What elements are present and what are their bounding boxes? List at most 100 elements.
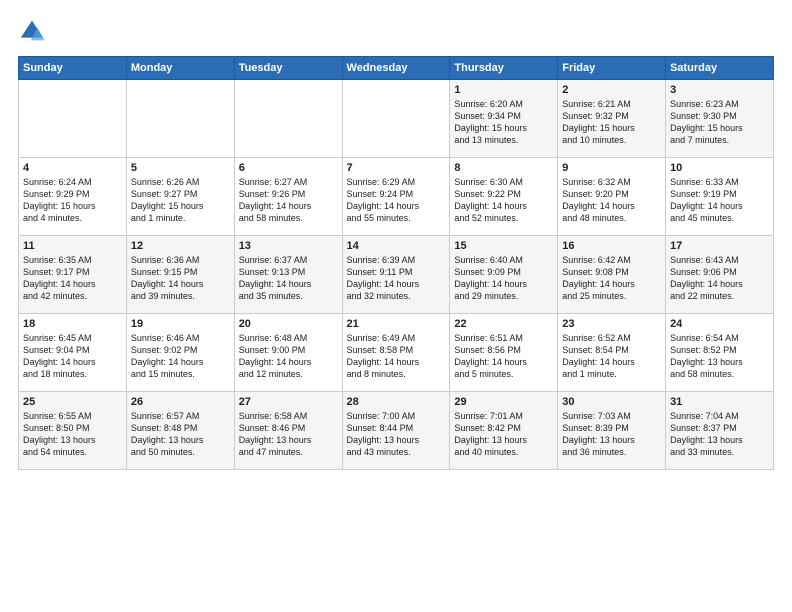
calendar-week: 25 Sunrise: 6:55 AM Sunset: 8:50 PM Dayli… [19,392,774,470]
calendar-cell: 10 Sunrise: 6:33 AM Sunset: 9:19 PM Dayli… [666,158,774,236]
cell-content: Sunrise: 7:03 AM Sunset: 8:39 PM Dayligh… [562,410,661,459]
day-number: 5 [131,162,230,174]
calendar-table: SundayMondayTuesdayWednesdayThursdayFrid… [18,56,774,470]
cell-content: Sunrise: 6:40 AM Sunset: 9:09 PM Dayligh… [454,254,553,303]
cell-content: Sunrise: 7:00 AM Sunset: 8:44 PM Dayligh… [347,410,446,459]
day-number: 7 [347,162,446,174]
day-number: 10 [670,162,769,174]
day-number: 22 [454,318,553,330]
calendar-cell [126,80,234,158]
day-number: 11 [23,240,122,252]
day-number: 13 [239,240,338,252]
calendar-cell: 13 Sunrise: 6:37 AM Sunset: 9:13 PM Dayli… [234,236,342,314]
calendar-cell: 3 Sunrise: 6:23 AM Sunset: 9:30 PM Daylig… [666,80,774,158]
cell-content: Sunrise: 6:21 AM Sunset: 9:32 PM Dayligh… [562,98,661,147]
day-number: 17 [670,240,769,252]
day-number: 1 [454,84,553,96]
day-number: 6 [239,162,338,174]
day-number: 29 [454,396,553,408]
cell-content: Sunrise: 6:42 AM Sunset: 9:08 PM Dayligh… [562,254,661,303]
cell-content: Sunrise: 6:45 AM Sunset: 9:04 PM Dayligh… [23,332,122,381]
day-header: Thursday [450,57,558,80]
cell-content: Sunrise: 6:58 AM Sunset: 8:46 PM Dayligh… [239,410,338,459]
calendar-cell [19,80,127,158]
day-number: 8 [454,162,553,174]
cell-content: Sunrise: 6:26 AM Sunset: 9:27 PM Dayligh… [131,176,230,225]
logo [18,18,50,46]
day-number: 30 [562,396,661,408]
calendar-cell: 1 Sunrise: 6:20 AM Sunset: 9:34 PM Daylig… [450,80,558,158]
cell-content: Sunrise: 6:39 AM Sunset: 9:11 PM Dayligh… [347,254,446,303]
cell-content: Sunrise: 6:32 AM Sunset: 9:20 PM Dayligh… [562,176,661,225]
day-header: Wednesday [342,57,450,80]
day-number: 15 [454,240,553,252]
cell-content: Sunrise: 6:43 AM Sunset: 9:06 PM Dayligh… [670,254,769,303]
calendar-week: 4Sunrise: 6:24 AM Sunset: 9:29 PM Daylig… [19,158,774,236]
calendar-cell: 4Sunrise: 6:24 AM Sunset: 9:29 PM Daylig… [19,158,127,236]
calendar-week: 1 Sunrise: 6:20 AM Sunset: 9:34 PM Daylig… [19,80,774,158]
calendar-cell: 12Sunrise: 6:36 AM Sunset: 9:15 PM Dayli… [126,236,234,314]
day-number: 23 [562,318,661,330]
calendar-cell: 11 Sunrise: 6:35 AM Sunset: 9:17 PM Dayli… [19,236,127,314]
page: SundayMondayTuesdayWednesdayThursdayFrid… [0,0,792,612]
cell-content: Sunrise: 6:29 AM Sunset: 9:24 PM Dayligh… [347,176,446,225]
cell-content: Sunrise: 6:33 AM Sunset: 9:19 PM Dayligh… [670,176,769,225]
calendar-cell: 15 Sunrise: 6:40 AM Sunset: 9:09 PM Dayli… [450,236,558,314]
cell-content: Sunrise: 6:35 AM Sunset: 9:17 PM Dayligh… [23,254,122,303]
calendar-cell [342,80,450,158]
day-header: Sunday [19,57,127,80]
cell-content: Sunrise: 6:36 AM Sunset: 9:15 PM Dayligh… [131,254,230,303]
cell-content: Sunrise: 6:37 AM Sunset: 9:13 PM Dayligh… [239,254,338,303]
day-number: 27 [239,396,338,408]
calendar-week: 18 Sunrise: 6:45 AM Sunset: 9:04 PM Dayli… [19,314,774,392]
day-number: 2 [562,84,661,96]
day-number: 24 [670,318,769,330]
cell-content: Sunrise: 6:46 AM Sunset: 9:02 PM Dayligh… [131,332,230,381]
cell-content: Sunrise: 6:20 AM Sunset: 9:34 PM Dayligh… [454,98,553,147]
day-number: 21 [347,318,446,330]
cell-content: Sunrise: 7:04 AM Sunset: 8:37 PM Dayligh… [670,410,769,459]
day-number: 9 [562,162,661,174]
cell-content: Sunrise: 7:01 AM Sunset: 8:42 PM Dayligh… [454,410,553,459]
cell-content: Sunrise: 6:24 AM Sunset: 9:29 PM Dayligh… [23,176,122,225]
calendar-cell: 8 Sunrise: 6:30 AM Sunset: 9:22 PM Daylig… [450,158,558,236]
cell-content: Sunrise: 6:48 AM Sunset: 9:00 PM Dayligh… [239,332,338,381]
calendar-cell: 24 Sunrise: 6:54 AM Sunset: 8:52 PM Dayli… [666,314,774,392]
calendar-cell: 21 Sunrise: 6:49 AM Sunset: 8:58 PM Dayli… [342,314,450,392]
calendar-cell: 17 Sunrise: 6:43 AM Sunset: 9:06 PM Dayli… [666,236,774,314]
cell-content: Sunrise: 6:57 AM Sunset: 8:48 PM Dayligh… [131,410,230,459]
calendar-cell [234,80,342,158]
header [18,18,774,46]
cell-content: Sunrise: 6:30 AM Sunset: 9:22 PM Dayligh… [454,176,553,225]
cell-content: Sunrise: 6:23 AM Sunset: 9:30 PM Dayligh… [670,98,769,147]
day-number: 3 [670,84,769,96]
calendar-cell: 25 Sunrise: 6:55 AM Sunset: 8:50 PM Dayli… [19,392,127,470]
calendar-cell: 9 Sunrise: 6:32 AM Sunset: 9:20 PM Daylig… [558,158,666,236]
cell-content: Sunrise: 6:54 AM Sunset: 8:52 PM Dayligh… [670,332,769,381]
day-number: 18 [23,318,122,330]
day-header: Monday [126,57,234,80]
calendar-cell: 28Sunrise: 7:00 AM Sunset: 8:44 PM Dayli… [342,392,450,470]
day-header: Friday [558,57,666,80]
calendar-cell: 23 Sunrise: 6:52 AM Sunset: 8:54 PM Dayli… [558,314,666,392]
day-header: Saturday [666,57,774,80]
calendar-cell: 22 Sunrise: 6:51 AM Sunset: 8:56 PM Dayli… [450,314,558,392]
logo-icon [18,18,46,46]
day-number: 19 [131,318,230,330]
day-number: 26 [131,396,230,408]
cell-content: Sunrise: 6:27 AM Sunset: 9:26 PM Dayligh… [239,176,338,225]
day-number: 14 [347,240,446,252]
cell-content: Sunrise: 6:51 AM Sunset: 8:56 PM Dayligh… [454,332,553,381]
day-number: 25 [23,396,122,408]
calendar-week: 11 Sunrise: 6:35 AM Sunset: 9:17 PM Dayli… [19,236,774,314]
calendar-cell: 31Sunrise: 7:04 AM Sunset: 8:37 PM Dayli… [666,392,774,470]
cell-content: Sunrise: 6:55 AM Sunset: 8:50 PM Dayligh… [23,410,122,459]
calendar-cell: 6 Sunrise: 6:27 AM Sunset: 9:26 PM Daylig… [234,158,342,236]
cell-content: Sunrise: 6:52 AM Sunset: 8:54 PM Dayligh… [562,332,661,381]
cell-content: Sunrise: 6:49 AM Sunset: 8:58 PM Dayligh… [347,332,446,381]
calendar-cell: 2 Sunrise: 6:21 AM Sunset: 9:32 PM Daylig… [558,80,666,158]
header-row: SundayMondayTuesdayWednesdayThursdayFrid… [19,57,774,80]
calendar-cell: 7 Sunrise: 6:29 AM Sunset: 9:24 PM Daylig… [342,158,450,236]
calendar-cell: 18 Sunrise: 6:45 AM Sunset: 9:04 PM Dayli… [19,314,127,392]
calendar-cell: 20Sunrise: 6:48 AM Sunset: 9:00 PM Dayli… [234,314,342,392]
